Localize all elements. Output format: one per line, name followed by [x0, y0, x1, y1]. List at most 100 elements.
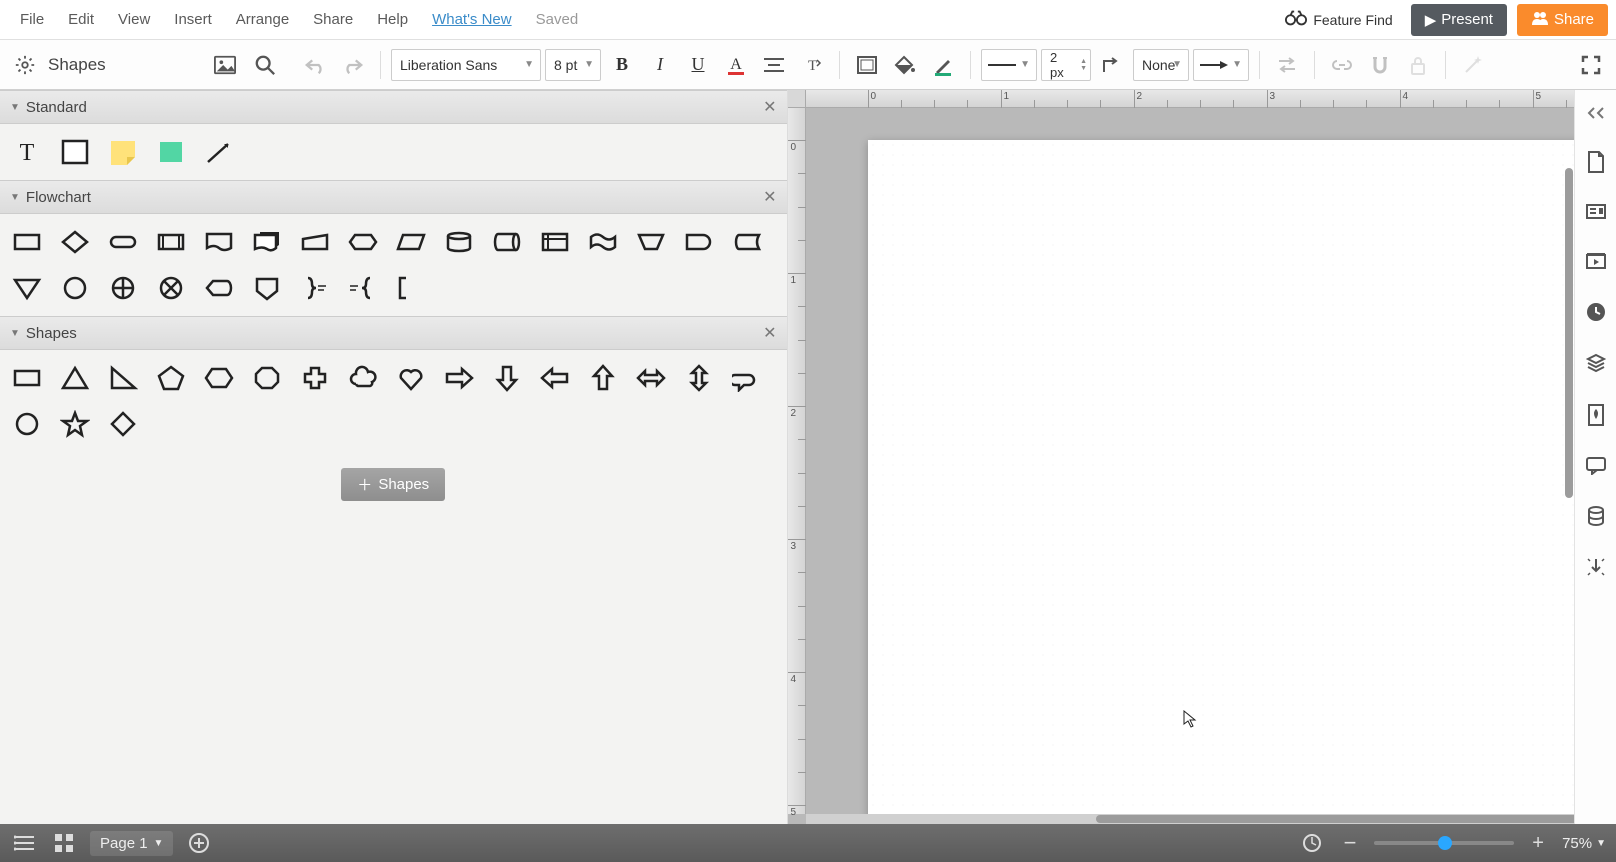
canvas-page[interactable] — [868, 140, 1575, 814]
shape-left-arrow[interactable] — [536, 360, 574, 396]
menu-whats-new[interactable]: What's New — [420, 5, 524, 34]
shape-summing[interactable] — [152, 270, 190, 306]
menu-insert[interactable]: Insert — [162, 5, 224, 34]
shape-decision[interactable] — [56, 224, 94, 260]
add-page-button[interactable] — [185, 829, 213, 857]
shape-predefined[interactable] — [152, 224, 190, 260]
shape-hexagon[interactable] — [200, 360, 238, 396]
history-icon[interactable] — [1586, 302, 1606, 325]
chat-icon[interactable] — [1586, 457, 1606, 478]
line-width-select[interactable]: 2 px ▲▼ — [1041, 49, 1091, 81]
shape-hotspot[interactable] — [152, 134, 190, 170]
menu-arrange[interactable]: Arrange — [224, 5, 301, 34]
shape-data[interactable] — [392, 224, 430, 260]
font-family-select[interactable]: Liberation Sans ▼ — [391, 49, 541, 81]
page-icon[interactable] — [1587, 151, 1605, 176]
close-icon[interactable]: ✕ — [763, 187, 776, 207]
arrow-start-select[interactable]: None ▼ — [1133, 49, 1189, 81]
shape-manual-op[interactable] — [632, 224, 670, 260]
data-icon[interactable] — [1587, 506, 1605, 529]
menu-view[interactable]: View — [106, 5, 162, 34]
shape-cross[interactable] — [296, 360, 334, 396]
shape-document[interactable] — [200, 224, 238, 260]
shape-paper-tape[interactable] — [584, 224, 622, 260]
shape-connector[interactable] — [56, 270, 94, 306]
shape-process[interactable] — [8, 224, 46, 260]
shape-diamond[interactable] — [104, 406, 142, 442]
present-button[interactable]: ▶ Present — [1411, 4, 1507, 36]
shape-star[interactable] — [56, 406, 94, 442]
shape-style-button[interactable] — [850, 48, 884, 82]
shape-brace-right[interactable] — [296, 270, 334, 306]
feature-find-button[interactable]: Feature Find — [1277, 5, 1400, 34]
magnet-button[interactable] — [1363, 48, 1397, 82]
canvas-viewport[interactable] — [806, 108, 1575, 814]
shape-circle[interactable] — [8, 406, 46, 442]
shape-down-arrow[interactable] — [488, 360, 526, 396]
bold-button[interactable]: B — [605, 48, 639, 82]
shape-pentagon[interactable] — [152, 360, 190, 396]
shape-octagon[interactable] — [248, 360, 286, 396]
shape-up-arrow[interactable] — [584, 360, 622, 396]
fill-color-button[interactable] — [888, 48, 922, 82]
shape-note[interactable] — [104, 134, 142, 170]
zoom-out-button[interactable]: − — [1336, 829, 1364, 857]
comment-icon[interactable] — [1586, 204, 1606, 225]
actions-icon[interactable] — [1586, 557, 1606, 580]
zoom-slider[interactable] — [1374, 841, 1514, 845]
group-flowchart-header[interactable]: ▼ Flowchart ✕ — [0, 180, 787, 214]
shape-merge[interactable] — [8, 270, 46, 306]
list-view-icon[interactable] — [10, 829, 38, 857]
group-shapes-header[interactable]: ▼ Shapes ✕ — [0, 316, 787, 350]
shape-rectangle[interactable] — [8, 360, 46, 396]
shape-internal-storage[interactable] — [536, 224, 574, 260]
shape-database[interactable] — [440, 224, 478, 260]
group-standard-header[interactable]: ▼ Standard ✕ — [0, 90, 787, 124]
shape-right-triangle[interactable] — [104, 360, 142, 396]
border-color-button[interactable] — [926, 48, 960, 82]
grid-view-icon[interactable] — [50, 829, 78, 857]
lock-button[interactable] — [1401, 48, 1435, 82]
text-direction-button[interactable]: T — [795, 48, 829, 82]
shape-line[interactable] — [200, 134, 238, 170]
shape-note-shape[interactable] — [392, 270, 430, 306]
menu-share[interactable]: Share — [301, 5, 365, 34]
scrollbar-thumb[interactable] — [1565, 168, 1573, 498]
fullscreen-button[interactable] — [1574, 48, 1608, 82]
shape-left-right-arrow[interactable] — [632, 360, 670, 396]
shape-preparation[interactable] — [344, 224, 382, 260]
layers-icon[interactable] — [1586, 353, 1606, 376]
font-size-select[interactable]: 8 pt ▼ — [545, 49, 601, 81]
collapse-rail-icon[interactable] — [1586, 106, 1606, 123]
shape-heart[interactable] — [392, 360, 430, 396]
shape-stored-data[interactable] — [728, 224, 766, 260]
undo-button[interactable] — [298, 48, 332, 82]
shape-block[interactable] — [56, 134, 94, 170]
image-icon[interactable] — [208, 48, 242, 82]
shape-cloud[interactable] — [344, 360, 382, 396]
shape-callout[interactable] — [728, 360, 766, 396]
gear-icon[interactable] — [8, 48, 42, 82]
shape-text[interactable]: T — [8, 134, 46, 170]
arrow-end-select[interactable]: ▼ — [1193, 49, 1249, 81]
zoom-slider-knob[interactable] — [1438, 836, 1452, 850]
text-align-button[interactable] — [757, 48, 791, 82]
menu-file[interactable]: File — [8, 5, 56, 34]
close-icon[interactable]: ✕ — [763, 97, 776, 117]
scrollbar-vertical[interactable] — [1564, 108, 1574, 814]
shape-right-arrow[interactable] — [440, 360, 478, 396]
shape-up-down-arrow[interactable] — [680, 360, 718, 396]
shape-manual-input[interactable] — [296, 224, 334, 260]
close-icon[interactable]: ✕ — [763, 323, 776, 343]
menu-edit[interactable]: Edit — [56, 5, 106, 34]
menu-help[interactable]: Help — [365, 5, 420, 34]
page-tab[interactable]: Page 1 ▼ — [90, 831, 173, 856]
scrollbar-horizontal[interactable] — [806, 814, 1575, 824]
shape-brace-left[interactable] — [344, 270, 382, 306]
line-style-select[interactable]: ▼ — [981, 49, 1037, 81]
zoom-value[interactable]: 75% ▼ — [1562, 835, 1606, 852]
shape-terminator[interactable] — [104, 224, 142, 260]
swap-button[interactable] — [1270, 48, 1304, 82]
shape-or[interactable] — [104, 270, 142, 306]
canvas-area[interactable]: 0123456789 012345 — [788, 90, 1575, 824]
